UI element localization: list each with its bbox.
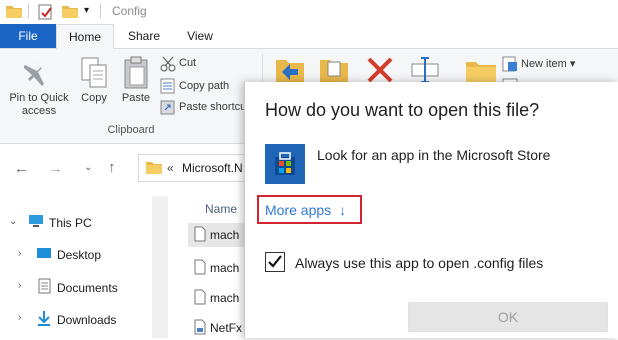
sep-icon-2 (100, 4, 102, 21)
customize-quick-access-icon[interactable]: ▾ (84, 5, 89, 16)
window-title: Config (112, 4, 147, 18)
file-name: mach (210, 291, 240, 305)
table-row[interactable]: NetFx (188, 316, 244, 340)
tab-view[interactable]: View (172, 24, 228, 48)
documents-icon (36, 278, 52, 297)
download-arrow-icon (36, 310, 52, 329)
copy-to-icon[interactable] (320, 56, 348, 85)
scissors-icon (160, 56, 176, 75)
table-row[interactable]: mach (188, 223, 244, 247)
desktop-icon (36, 246, 52, 263)
table-row[interactable]: mach (188, 286, 244, 310)
recent-locations-chevron-icon[interactable]: ⌄ (84, 162, 92, 173)
address-folder-icon (146, 160, 162, 177)
always-use-label: Always use this app to open .config file… (295, 255, 544, 271)
forward-arrow-icon[interactable]: → (48, 160, 63, 177)
navpane-scrollbar[interactable] (152, 196, 168, 338)
file-icon (194, 289, 206, 308)
dialog-title: How do you want to open this file? (265, 100, 540, 120)
pin-icon (23, 58, 50, 91)
arrow-down-icon: ↓ (339, 201, 347, 218)
tab-home[interactable]: Home (56, 24, 114, 49)
breadcrumb-overflow-icon[interactable]: « (167, 161, 174, 175)
sidebar-item-label: Desktop (57, 247, 102, 262)
properties-icon[interactable] (38, 4, 54, 23)
file-icon (194, 259, 206, 278)
paste-button[interactable]: Paste (119, 92, 153, 105)
sep-icon (28, 4, 30, 21)
sidebar-item-documents[interactable]: Documents (36, 278, 118, 297)
expand-chevron-icon[interactable]: › (18, 248, 21, 259)
sidebar-item-downloads[interactable]: Downloads (36, 310, 116, 329)
tab-share[interactable]: Share (118, 24, 170, 48)
move-to-icon[interactable] (276, 56, 304, 85)
new-folder-icon[interactable] (62, 4, 78, 21)
computer-icon (28, 214, 44, 231)
more-apps-label: More apps (265, 201, 332, 218)
table-row[interactable]: mach (188, 256, 244, 280)
sidebar-item-label: Documents (57, 280, 118, 295)
title-bar (0, 0, 618, 24)
column-header-name[interactable]: Name (205, 202, 237, 216)
ok-button[interactable]: OK (408, 302, 608, 332)
clipboard-group-label: Clipboard (107, 124, 155, 136)
file-icon (194, 226, 206, 245)
microsoft-store-icon[interactable] (265, 144, 305, 184)
up-arrow-icon[interactable]: ↑ (108, 159, 116, 176)
paste-shortcut-button[interactable]: Paste shortcut (179, 101, 249, 114)
copy-icon (80, 56, 108, 93)
cut-button[interactable]: Cut (179, 57, 196, 70)
address-path: Microsoft.N (182, 161, 243, 175)
file-name: NetFx (210, 321, 243, 335)
paste-shortcut-icon (160, 99, 176, 118)
copy-button[interactable]: Copy (78, 92, 110, 105)
pin-label-line2: access (21, 105, 57, 117)
file-icon (194, 319, 206, 338)
pin-to-quick-access-button[interactable]: Pin to Quick access (4, 92, 74, 118)
sidebar-item-label: This PC (49, 215, 92, 230)
paste-icon (122, 56, 150, 93)
copy-path-button[interactable]: Copy path (179, 80, 229, 93)
folder-icon (6, 4, 22, 21)
always-use-checkbox[interactable] (265, 252, 285, 272)
sidebar-item-this-pc[interactable]: This PC (28, 214, 92, 231)
new-item-button[interactable]: New item ▾ (521, 58, 575, 71)
tab-file[interactable]: File (0, 24, 56, 48)
copy-path-icon (160, 78, 176, 97)
expand-chevron-icon[interactable]: ⌄ (9, 216, 17, 227)
store-option-label[interactable]: Look for an app in the Microsoft Store (317, 147, 550, 163)
sidebar-item-desktop[interactable]: Desktop (36, 246, 101, 263)
file-name: mach (210, 261, 240, 275)
more-apps-link[interactable]: More apps ↓ (257, 195, 362, 224)
expand-chevron-icon[interactable]: › (18, 312, 21, 323)
sidebar-item-label: Downloads (57, 312, 117, 327)
new-item-icon (502, 56, 518, 75)
checkmark-icon (268, 255, 282, 268)
expand-chevron-icon[interactable]: › (18, 280, 21, 291)
back-arrow-icon[interactable]: ← (14, 160, 29, 177)
pin-label-line1: Pin to Quick (9, 92, 69, 104)
file-name: mach (210, 228, 240, 242)
